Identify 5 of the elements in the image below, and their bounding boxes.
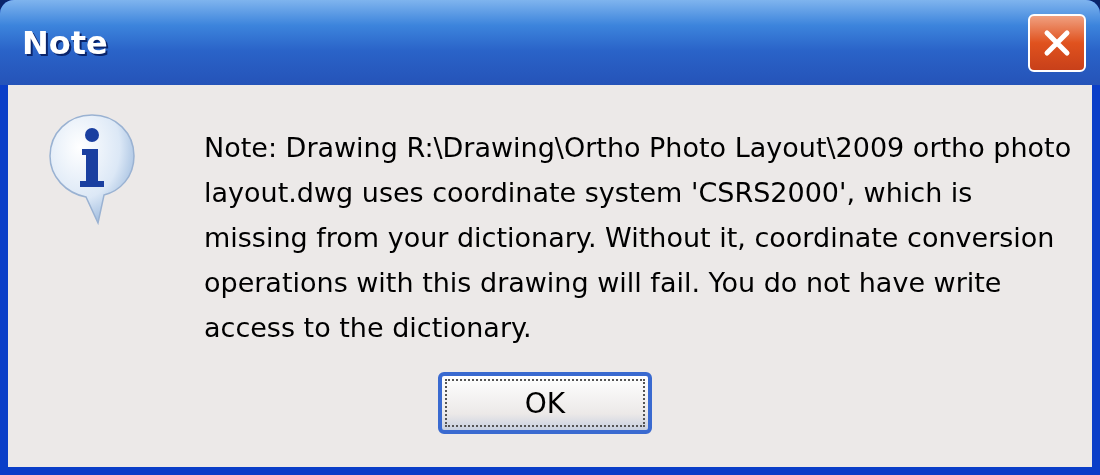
message-text: Note: Drawing R:\Drawing\Ortho Photo Layout\2009 ortho photo layout.dwg uses coordinate system 'CSRS2000', which is missing from your dictionary. Without it, coordinate conversion operations with this drawing will fail. You do not have write access to the dictionary. <box>204 131 1072 345</box>
close-icon <box>1042 27 1072 58</box>
window-title: Note <box>22 23 108 62</box>
ok-button[interactable]: OK <box>438 372 652 434</box>
close-button[interactable] <box>1028 13 1086 72</box>
